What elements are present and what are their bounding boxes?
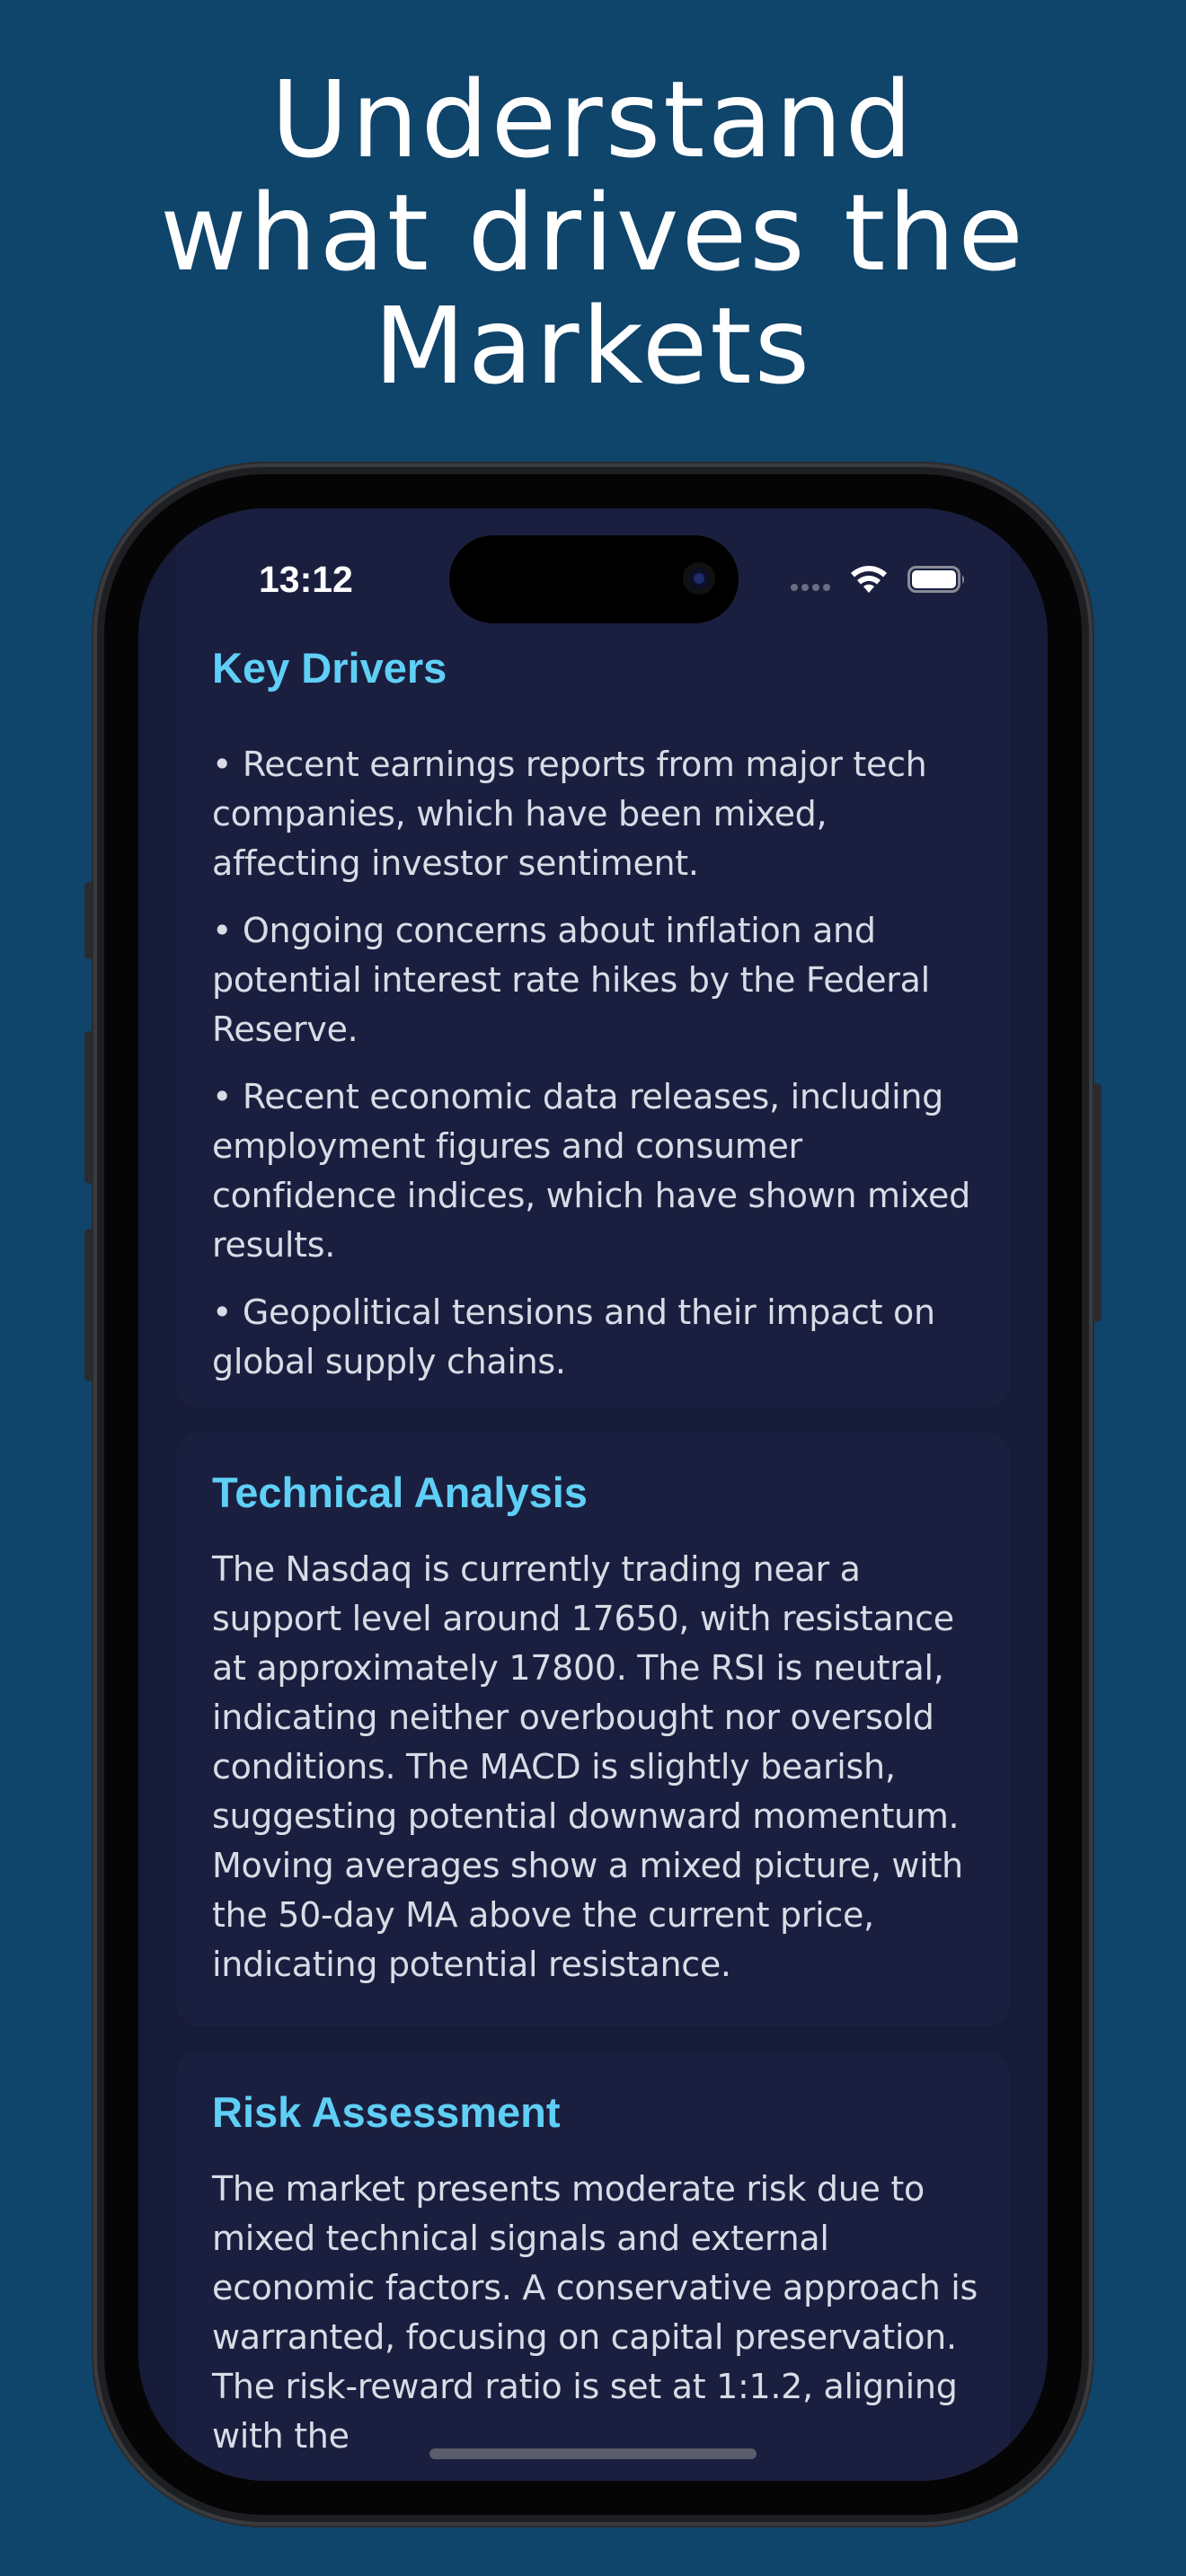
key-driver-bullet: • Geopolitical tensions and their impact… bbox=[212, 1292, 935, 1381]
home-indicator[interactable] bbox=[429, 2448, 757, 2459]
technical-analysis-body: The Nasdaq is currently trading near a s… bbox=[212, 1549, 963, 1984]
power-button bbox=[1093, 1083, 1102, 1322]
battery-icon bbox=[907, 566, 964, 593]
technical-analysis-title: Technical Analysis bbox=[212, 1469, 588, 1516]
key-driver-bullet: • Recent earnings reports from major tec… bbox=[212, 745, 927, 883]
scroll-content[interactable]: Key Drivers • Recent earnings reports fr… bbox=[138, 508, 1048, 2481]
action-button bbox=[84, 882, 93, 959]
volume-up-button bbox=[84, 1031, 93, 1184]
key-drivers-card: Key Drivers • Recent earnings reports fr… bbox=[176, 508, 1010, 1408]
headline-line-3: Markets bbox=[373, 284, 813, 408]
technical-analysis-card: Technical Analysis The Nasdaq is current… bbox=[176, 1432, 1010, 2026]
phone-frame: Key Drivers • Recent earnings reports fr… bbox=[84, 463, 1102, 2526]
front-camera-icon bbox=[683, 562, 715, 595]
status-bar: 13:12 bbox=[138, 508, 1048, 634]
key-driver-bullet: • Recent economic data releases, includi… bbox=[212, 1077, 970, 1265]
key-driver-bullet: • Ongoing concerns about inflation and p… bbox=[212, 911, 930, 1049]
risk-assessment-card: Risk Assessment The market presents mode… bbox=[176, 2051, 1010, 2481]
risk-assessment-body: The market presents moderate risk due to… bbox=[212, 2169, 978, 2456]
status-time: 13:12 bbox=[259, 559, 353, 600]
cellular-signal-icon bbox=[791, 584, 837, 593]
phone-screen[interactable]: Key Drivers • Recent earnings reports fr… bbox=[138, 508, 1048, 2481]
dynamic-island bbox=[449, 535, 739, 623]
headline-line-1: Understand bbox=[270, 57, 916, 181]
key-drivers-list: • Recent earnings reports from major tec… bbox=[212, 740, 985, 1405]
key-drivers-title: Key Drivers bbox=[212, 644, 447, 692]
headline-line-2: what drives the bbox=[160, 171, 1026, 295]
risk-assessment-title: Risk Assessment bbox=[212, 2088, 561, 2136]
marketing-headline: Understand what drives the Markets bbox=[0, 63, 1186, 402]
wifi-icon bbox=[851, 566, 887, 593]
volume-down-button bbox=[84, 1229, 93, 1381]
